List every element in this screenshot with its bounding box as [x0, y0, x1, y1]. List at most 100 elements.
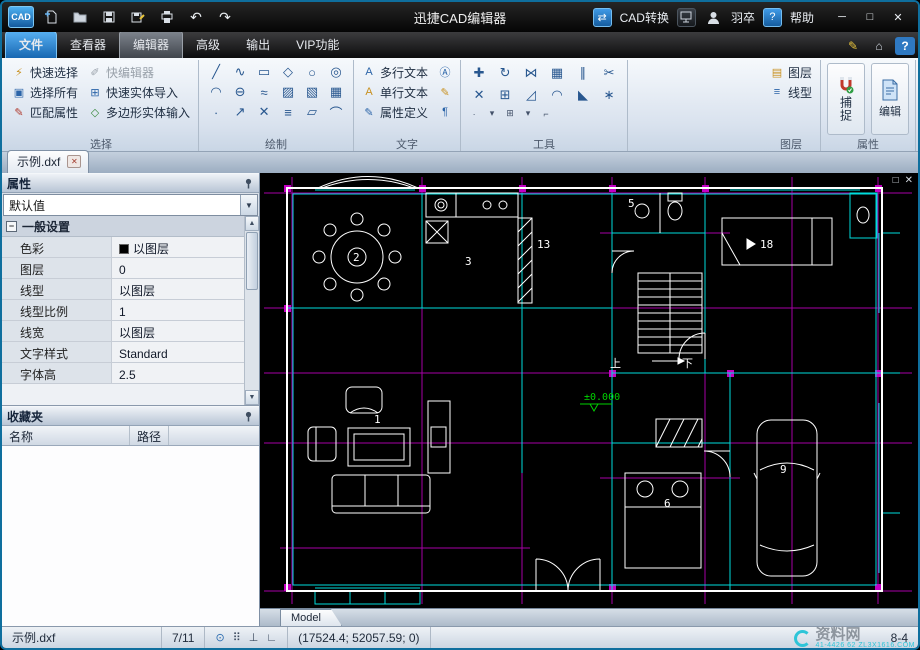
property-row-lineweight[interactable]: 线宽 以图层 [2, 321, 244, 342]
ray-tool-icon[interactable]: ↗ [228, 102, 252, 122]
batch-convert-icon[interactable] [677, 8, 696, 27]
mdi-restore-icon[interactable]: □ [893, 176, 899, 186]
erase-tool-icon[interactable]: ✕ [466, 84, 492, 106]
pencil-icon[interactable]: ✎ [843, 37, 863, 55]
rectangle-tool-icon[interactable]: ▭ [252, 62, 276, 82]
single-text-button[interactable]: A 单行文本 [359, 82, 431, 102]
grid-indicator-icon[interactable]: ⠿ [233, 631, 241, 644]
chevron-down-icon[interactable]: ▾ [484, 106, 500, 121]
chevron-down-icon-preset[interactable]: ▼ [240, 195, 257, 215]
pin-icon[interactable] [243, 178, 254, 189]
tab-advanced[interactable]: 高级 [183, 32, 233, 58]
gradient-tool-icon[interactable]: ▧ [300, 82, 324, 102]
pin-icon-favorites[interactable] [243, 411, 254, 422]
save-as-button[interactable] [126, 6, 150, 28]
measure-tool-icon[interactable]: ⌐ [538, 106, 554, 121]
property-group-row[interactable]: − 一般设置 [2, 216, 244, 237]
text-align-button[interactable]: ¶ [435, 102, 455, 122]
snap-indicator-icon[interactable]: ⊙ [215, 631, 224, 644]
polygon-tool-icon[interactable]: ◇ [276, 62, 300, 82]
cad-convert-icon[interactable]: ⇄ [593, 8, 612, 27]
ortho-indicator-icon[interactable]: ⊥ [249, 631, 259, 644]
fillet-tool-icon[interactable]: ◠ [544, 84, 570, 106]
attribute-define-button[interactable]: ✎ 属性定义 [359, 102, 431, 122]
help-button[interactable]: 帮助 [790, 9, 814, 26]
point-tool-icon[interactable]: ∙ [204, 102, 228, 122]
favorites-column-path[interactable]: 路径 [130, 426, 169, 445]
tab-output[interactable]: 输出 [233, 32, 283, 58]
edit-text-button[interactable]: ✎ [435, 82, 455, 102]
scroll-thumb[interactable] [246, 232, 258, 290]
drawing-viewport[interactable]: 2 3 13 5 18 1 6 9 上 下 ±0.000 □ [260, 173, 918, 608]
redo-button[interactable]: ↷ [213, 6, 237, 28]
favorites-column-name[interactable]: 名称 [2, 426, 130, 445]
snap-button[interactable]: 捕捉 [827, 63, 865, 135]
document-tab[interactable]: 示例.dxf ✕ [7, 150, 89, 173]
select-all-button[interactable]: ▣ 选择所有 [9, 82, 81, 102]
text-style-button[interactable]: Ⓐ [435, 62, 455, 82]
layers-button[interactable]: ▤ 图层 [767, 62, 815, 82]
help-circle-icon[interactable]: ? [895, 37, 915, 55]
save-button[interactable] [97, 6, 121, 28]
quick-select-button[interactable]: ⚡ 快速选择 [9, 62, 81, 82]
quick-editor-button[interactable]: ✐ 快编辑器 [85, 62, 193, 82]
spline-tool-icon[interactable]: ≈ [252, 82, 276, 102]
property-row-text-style[interactable]: 文字样式 Standard [2, 342, 244, 363]
group-tool-icon[interactable]: ⊞ [502, 106, 518, 121]
offset-tool-icon[interactable]: ∥ [570, 62, 596, 84]
match-properties-button[interactable]: ✎ 匹配属性 [9, 102, 81, 122]
donut-tool-icon[interactable]: ◎ [324, 62, 348, 82]
region-tool-icon[interactable]: ▱ [300, 102, 324, 122]
new-file-button[interactable] [39, 6, 63, 28]
construction-line-tool-icon[interactable]: ✕ [252, 102, 276, 122]
quick-entity-import-button[interactable]: ⊞ 快速实体导入 [85, 82, 193, 102]
document-close-icon[interactable]: ✕ [67, 155, 81, 168]
maximize-button[interactable]: □ [856, 7, 884, 27]
linetype-button[interactable]: ≡ 线型 [767, 82, 815, 102]
print-button[interactable] [155, 6, 179, 28]
help-icon[interactable]: ? [763, 8, 782, 27]
close-button[interactable]: ✕ [884, 7, 912, 27]
explode-tool-icon[interactable]: ∗ [596, 84, 622, 106]
point-style-icon[interactable]: ∙ [466, 106, 482, 121]
preset-dropdown[interactable]: 默认值 ▼ [3, 194, 258, 216]
polyline-tool-icon[interactable]: ∿ [228, 62, 252, 82]
username[interactable]: 羽卒 [731, 9, 755, 26]
property-row-font-height[interactable]: 字体高 2.5 [2, 363, 244, 384]
mirror-tool-icon[interactable]: ⋈ [518, 62, 544, 84]
model-tab[interactable]: Model [280, 609, 342, 626]
polar-indicator-icon[interactable]: ∟ [266, 632, 277, 644]
multiline-tool-icon[interactable]: ≡ [276, 102, 300, 122]
home-icon[interactable]: ⌂ [869, 37, 889, 55]
table-tool-icon[interactable]: ▦ [324, 82, 348, 102]
mtext-button[interactable]: A 多行文本 [359, 62, 431, 82]
tab-viewer[interactable]: 查看器 [57, 32, 119, 58]
undo-button[interactable]: ↶ [184, 6, 208, 28]
circle-tool-icon[interactable]: ○ [300, 62, 324, 82]
collapse-icon[interactable]: − [6, 221, 17, 232]
chamfer-tool-icon[interactable]: ◣ [570, 84, 596, 106]
tab-vip[interactable]: VIP功能 [283, 32, 352, 58]
user-avatar-icon[interactable] [704, 8, 723, 27]
line-tool-icon[interactable]: ╱ [204, 62, 228, 82]
trim-tool-icon[interactable]: ✂ [596, 62, 622, 84]
move-tool-icon[interactable]: ✚ [466, 62, 492, 84]
property-row-linetype[interactable]: 线型 以图层 [2, 279, 244, 300]
tab-file[interactable]: 文件 [5, 31, 57, 58]
copy-tool-icon[interactable]: ⊞ [492, 84, 518, 106]
edit-properties-button[interactable]: 编辑 [871, 63, 909, 135]
property-row-layer[interactable]: 图层 0 [2, 258, 244, 279]
property-scrollbar[interactable]: ▲ ▼ [244, 216, 259, 405]
chevron-down-icon-2[interactable]: ▾ [520, 106, 536, 121]
scroll-up-icon[interactable]: ▲ [245, 216, 259, 231]
arc-tool-icon[interactable]: ◠ [204, 82, 228, 102]
cad-convert-button[interactable]: CAD转换 [620, 9, 669, 26]
rotate-tool-icon[interactable]: ↻ [492, 62, 518, 84]
ellipse-tool-icon[interactable]: ⊖ [228, 82, 252, 102]
array-tool-icon[interactable]: ▦ [544, 62, 570, 84]
mdi-close-icon[interactable]: ✕ [905, 176, 913, 186]
favorites-list[interactable] [2, 446, 259, 626]
hatch-tool-icon[interactable]: ▨ [276, 82, 300, 102]
scroll-down-icon[interactable]: ▼ [245, 390, 259, 405]
tab-editor[interactable]: 编辑器 [119, 31, 183, 58]
